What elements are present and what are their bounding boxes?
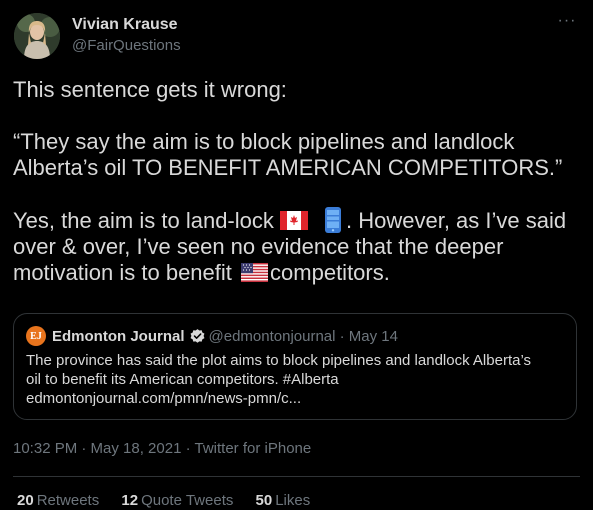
quoted-tweet-card[interactable]: EJ Edmonton Journal @edmontonjournal · M… [13, 313, 577, 420]
tweet-part-a: Yes, the aim is to land-lock [13, 208, 274, 233]
retweets-label: Retweets [36, 492, 100, 509]
quoted-tweet-author-name[interactable]: Edmonton Journal [52, 328, 185, 345]
author-info: Vivian Krause @FairQuestions [72, 15, 181, 56]
tweet-source-link[interactable]: Twitter for iPhone [195, 440, 312, 457]
quoted-tweet-body: The province has said the plot aims to b… [26, 351, 556, 408]
quote-tweets-count: 12 [121, 492, 139, 509]
retweets-stat[interactable]: 20 Retweets [17, 492, 99, 509]
tweet: Vivian Krause @FairQuestions ··· This se… [0, 0, 593, 510]
canada-flag-icon [280, 211, 308, 230]
quoted-tweet-handle-date[interactable]: @edmontonjournal · May 14 [209, 328, 399, 345]
tweet-stats: 20 Retweets 12 Quote Tweets 50 Likes [17, 492, 328, 509]
tweet-time-date[interactable]: 10:32 PM · May 18, 2021 · [13, 440, 195, 457]
quote-tweets-label: Quote Tweets [141, 492, 234, 509]
likes-label: Likes [275, 492, 311, 509]
quote-tweets-stat[interactable]: 12 Quote Tweets [121, 492, 233, 509]
quoted-tweet-line-1: The province has said the plot aims to b… [26, 352, 532, 369]
author-handle[interactable]: @FairQuestions [72, 36, 181, 56]
tweet-part-c: competitors. [270, 260, 390, 285]
tweet-quote-line: “They say the aim is to block pipelines … [13, 129, 563, 180]
likes-count: 50 [255, 492, 273, 509]
avatar[interactable] [14, 13, 60, 59]
more-options-button[interactable]: ··· [555, 12, 579, 32]
more-horizontal-icon: ··· [557, 12, 577, 29]
tweet-paragraph: Yes, the aim is to land-lock . However, … [13, 207, 578, 286]
quoted-tweet-link[interactable]: edmontonjournal.com/pmn/news-pmn/c... [26, 389, 556, 408]
mobile-phone-icon [325, 207, 341, 233]
usa-flag-icon [241, 263, 269, 282]
verified-badge-icon [190, 328, 204, 343]
tweet-timestamp: 10:32 PM · May 18, 2021 · Twitter for iP… [13, 440, 311, 457]
retweets-count: 20 [17, 492, 34, 509]
tweet-line-intro: This sentence gets it wrong: [13, 77, 287, 102]
edmonton-journal-logo-icon[interactable]: EJ [26, 326, 46, 346]
divider [13, 476, 580, 477]
likes-stat[interactable]: 50 Likes [256, 492, 311, 509]
quoted-tweet-line-2: oil to benefit its American competitors.… [26, 371, 339, 388]
tweet-text: This sentence gets it wrong: “They say t… [13, 77, 578, 286]
quoted-tweet-header: EJ Edmonton Journal @edmontonjournal · M… [26, 326, 398, 346]
avatar-image [14, 13, 60, 59]
ej-logo-text: EJ [30, 330, 42, 342]
author-display-name[interactable]: Vivian Krause [72, 15, 181, 35]
